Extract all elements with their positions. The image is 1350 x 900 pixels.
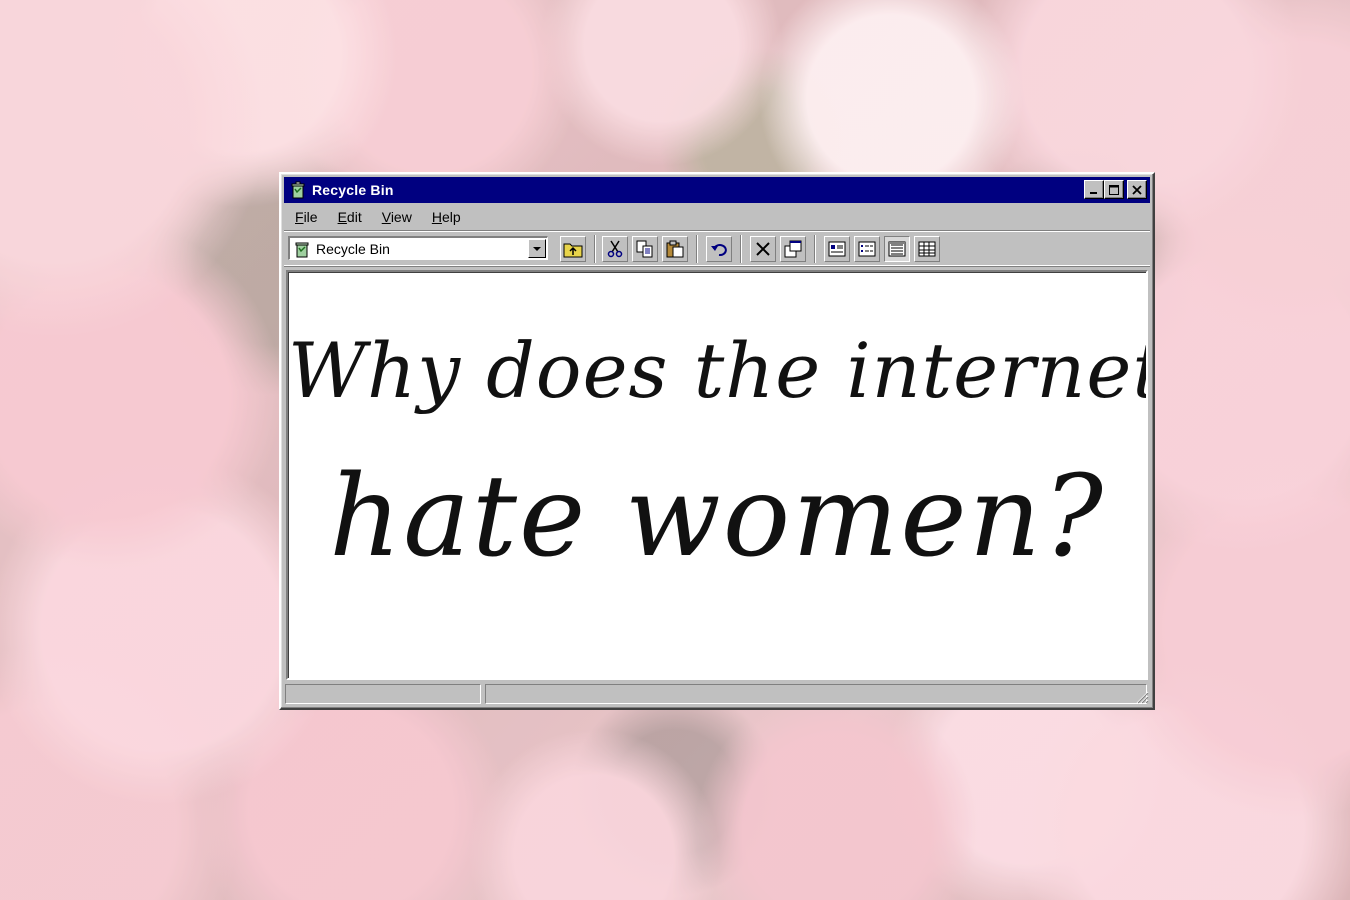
- close-button[interactable]: [1127, 180, 1147, 199]
- title-buttons: [1084, 180, 1147, 199]
- menu-view-accel: V: [381, 209, 391, 225]
- headline-line-1: Why does the internet: [288, 326, 1148, 415]
- cut-icon: [607, 240, 623, 258]
- status-bar: [285, 684, 1151, 706]
- delete-button[interactable]: [750, 236, 776, 262]
- details-view-button[interactable]: [914, 236, 940, 262]
- address-value: Recycle Bin: [316, 240, 390, 257]
- copy-button[interactable]: [632, 236, 658, 262]
- address-dropdown-button[interactable]: [528, 239, 546, 258]
- status-cell-right: [485, 684, 1147, 704]
- up-folder-button[interactable]: [560, 236, 586, 262]
- maximize-button[interactable]: [1104, 180, 1124, 199]
- recycle-bin-icon: [292, 239, 312, 259]
- menu-file[interactable]: File: [285, 209, 328, 225]
- paste-icon: [666, 240, 684, 258]
- toolbar-separator: [696, 235, 698, 263]
- close-icon: [1132, 184, 1142, 195]
- menu-help-rest: elp: [441, 209, 461, 225]
- list-view-icon: [888, 241, 906, 257]
- resize-grip-icon[interactable]: [1135, 690, 1149, 704]
- paste-button[interactable]: [662, 236, 688, 262]
- small-icons-view-icon: [858, 241, 876, 257]
- list-view-button[interactable]: [884, 236, 910, 262]
- chevron-down-icon: [533, 246, 541, 251]
- undo-icon: [711, 244, 727, 257]
- menu-help[interactable]: Help: [422, 209, 471, 225]
- up-folder-icon: [563, 243, 583, 258]
- maximize-icon: [1109, 184, 1119, 195]
- content-area: Why does the internet hate women?: [286, 270, 1148, 680]
- large-icons-view-icon: [828, 241, 846, 257]
- undo-button[interactable]: [706, 236, 732, 262]
- delete-icon: [756, 242, 770, 256]
- status-cell-left: [285, 684, 481, 704]
- menu-help-accel: H: [431, 209, 442, 225]
- small-icons-view-button[interactable]: [854, 236, 880, 262]
- toolbar-separator: [594, 235, 596, 263]
- properties-button[interactable]: [780, 236, 806, 262]
- recycle-bin-window: Recycle Bin File Edit View Help Recycle …: [279, 172, 1155, 710]
- large-icons-view-button[interactable]: [824, 236, 850, 262]
- toolbar-separator: [814, 235, 816, 263]
- menu-file-rest: ile: [303, 209, 318, 225]
- menu-edit-accel: E: [337, 209, 347, 225]
- headline-line-2: hate women?: [329, 452, 1105, 582]
- menu-view[interactable]: View: [372, 209, 422, 225]
- menu-edit-rest: dit: [346, 209, 362, 225]
- recycle-bin-icon: [288, 180, 308, 200]
- window-title: Recycle Bin: [312, 182, 394, 198]
- properties-icon: [784, 240, 802, 258]
- menu-view-rest: iew: [390, 209, 412, 225]
- cut-button[interactable]: [602, 236, 628, 262]
- menu-edit[interactable]: Edit: [328, 209, 372, 225]
- menu-bar: File Edit View Help: [285, 205, 471, 229]
- toolbar: Recycle Bin: [284, 230, 1150, 266]
- address-combo[interactable]: Recycle Bin: [288, 236, 548, 260]
- title-bar[interactable]: Recycle Bin: [284, 177, 1150, 203]
- minimize-icon: [1090, 191, 1097, 194]
- details-view-icon: [918, 241, 936, 257]
- toolbar-separator: [740, 235, 742, 263]
- copy-icon: [636, 240, 653, 258]
- menu-file-accel: F: [295, 209, 304, 225]
- minimize-button[interactable]: [1084, 180, 1104, 199]
